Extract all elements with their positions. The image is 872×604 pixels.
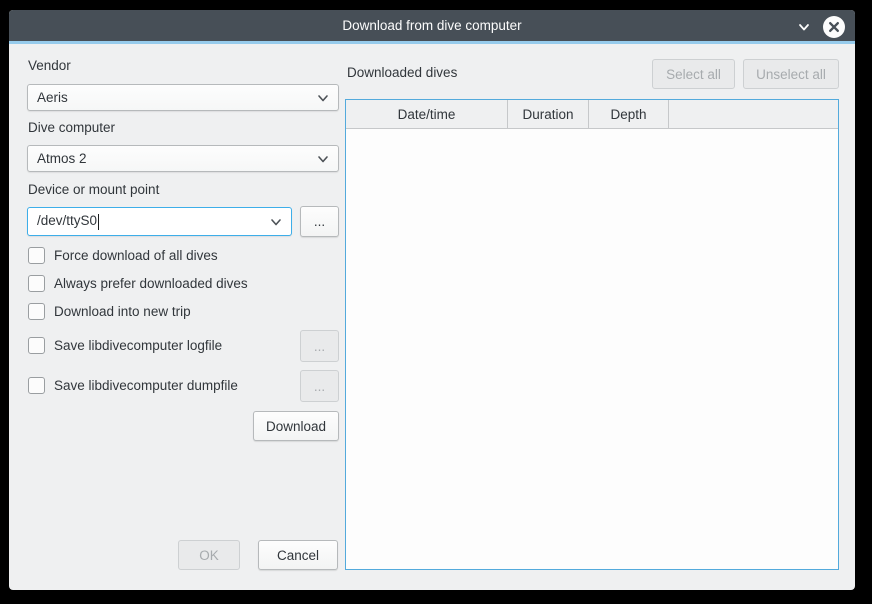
ok-button[interactable]: OK: [178, 540, 240, 570]
table-header: Date/time Duration Depth: [346, 100, 838, 129]
checkbox-icon: [28, 377, 45, 394]
downloaded-dives-label: Downloaded dives: [347, 65, 457, 80]
column-header-duration[interactable]: Duration: [508, 100, 589, 128]
checkbox-label: Download into new trip: [54, 304, 191, 319]
checkbox-save-dumpfile[interactable]: Save libdivecomputer dumpfile: [28, 377, 238, 394]
checkbox-save-logfile[interactable]: Save libdivecomputer logfile: [28, 337, 222, 354]
checkbox-new-trip[interactable]: Download into new trip: [28, 303, 191, 320]
download-dialog: Download from dive computer Vendor Aeris…: [9, 10, 855, 590]
titlebar-buttons: [795, 10, 845, 44]
chevron-down-icon: [316, 152, 330, 166]
column-header-depth[interactable]: Depth: [589, 100, 669, 128]
checkbox-label: Save libdivecomputer dumpfile: [54, 378, 238, 393]
vendor-combobox[interactable]: Aeris: [27, 84, 339, 111]
checkbox-icon: [28, 337, 45, 354]
window-title: Download from dive computer: [342, 18, 521, 33]
close-icon: [828, 21, 840, 33]
cancel-button[interactable]: Cancel: [258, 540, 338, 570]
logfile-browse-button[interactable]: ...: [300, 330, 339, 362]
dive-computer-label: Dive computer: [28, 120, 115, 135]
checkbox-icon: [28, 303, 45, 320]
downloaded-dives-table[interactable]: Date/time Duration Depth: [345, 99, 839, 570]
device-browse-button[interactable]: ...: [300, 206, 339, 237]
device-combobox[interactable]: /dev/ttyS0: [27, 207, 292, 236]
vendor-label: Vendor: [28, 58, 71, 73]
checkbox-icon: [28, 275, 45, 292]
close-button[interactable]: [823, 16, 845, 38]
shade-button[interactable]: [795, 18, 813, 36]
checkbox-label: Force download of all dives: [54, 248, 218, 263]
device-combobox-value: /dev/ttyS0: [37, 213, 263, 229]
vendor-combobox-value: Aeris: [37, 90, 310, 105]
unselect-all-button[interactable]: Unselect all: [743, 59, 839, 89]
chevron-down-icon: [316, 91, 330, 105]
checkbox-label: Save libdivecomputer logfile: [54, 338, 222, 353]
checkbox-label: Always prefer downloaded dives: [54, 276, 248, 291]
chevron-down-icon: [269, 215, 283, 229]
checkbox-force-download[interactable]: Force download of all dives: [28, 247, 218, 264]
dumpfile-browse-button[interactable]: ...: [300, 370, 339, 402]
download-button[interactable]: Download: [253, 411, 339, 441]
column-header-empty[interactable]: [669, 100, 838, 128]
column-header-datetime[interactable]: Date/time: [346, 100, 508, 128]
dive-computer-combobox-value: Atmos 2: [37, 151, 310, 166]
table-body[interactable]: [346, 129, 838, 569]
text-cursor: [98, 214, 99, 230]
checkbox-icon: [28, 247, 45, 264]
chevron-down-icon: [796, 19, 812, 35]
device-label: Device or mount point: [28, 182, 159, 197]
titlebar[interactable]: Download from dive computer: [9, 10, 855, 44]
dive-computer-combobox[interactable]: Atmos 2: [27, 145, 339, 172]
checkbox-prefer-downloaded[interactable]: Always prefer downloaded dives: [28, 275, 248, 292]
select-all-button[interactable]: Select all: [652, 59, 735, 89]
